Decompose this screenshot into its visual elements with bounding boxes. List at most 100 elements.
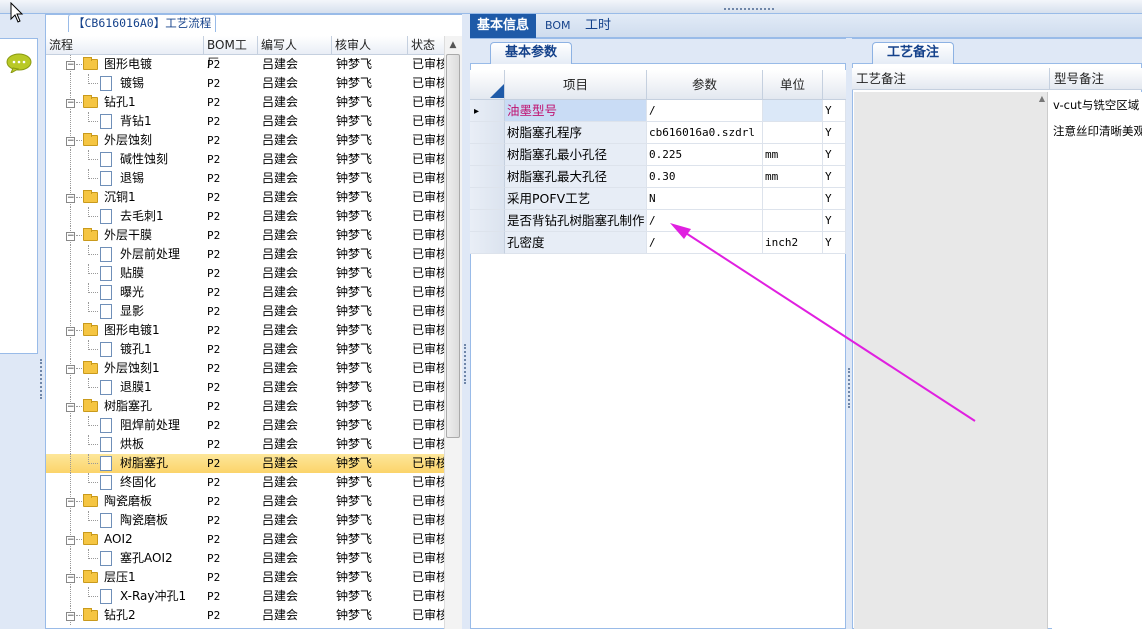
tree-col-flow[interactable]: 流程 [46,36,204,55]
tree-row[interactable]: − AOI2 P2 吕建会 钟梦飞 已审核 [46,530,444,549]
expander-icon[interactable]: − [66,194,75,203]
tab-bom[interactable]: BOM [538,14,578,38]
process-remark-textarea[interactable]: ▲ [854,92,1048,629]
remarks-col-process: 工艺备注 [852,68,1050,90]
tree-col-author[interactable]: 编写人 [258,36,332,55]
tree-row[interactable]: − 钻孔2 P2 吕建会 钟梦飞 已审核 [46,606,444,625]
tree-row[interactable]: 贴膜 P2 吕建会 钟梦飞 已审核 [46,264,444,283]
subtab-process-remarks[interactable]: 工艺备注 [872,42,955,64]
tree-row[interactable]: − 钻孔1 P2 吕建会 钟梦飞 已审核 [46,93,444,112]
tree-row[interactable]: − 层压1 P2 吕建会 钟梦飞 已审核 [46,568,444,587]
param-row[interactable]: 是否背钻孔树脂塞孔制作 / Y [470,210,846,232]
tree-cell-name: 退膜1 [120,380,152,394]
param-row[interactable]: 孔密度 / inch2 Y [470,232,846,254]
tree-row[interactable]: − 树脂塞孔 P2 吕建会 钟梦飞 已审核 [46,397,444,416]
param-cell-value[interactable]: / [647,232,763,254]
tree-row[interactable]: − 外层蚀刻1 P2 吕建会 钟梦飞 已审核 [46,359,444,378]
tree-col-status[interactable]: 状态 [408,36,444,55]
expander-icon[interactable]: − [66,365,75,374]
row-header[interactable] [470,232,505,254]
scroll-up-icon[interactable]: ▲ [446,38,460,52]
param-cell-value[interactable]: cb616016a0.szdrl [647,122,763,144]
grid-col-flag[interactable] [823,70,846,100]
tree-row[interactable]: 退膜1 P2 吕建会 钟梦飞 已审核 [46,378,444,397]
tree-cell-author: 吕建会 [262,114,299,128]
tree-scroll-thumb[interactable] [446,54,460,438]
tab-work-hours[interactable]: 工时 [578,14,618,38]
subtab-basic-params[interactable]: 基本参数 [490,42,573,64]
tree-row[interactable]: 阻焊前处理 P2 吕建会 钟梦飞 已审核 [46,416,444,435]
param-cell-value[interactable]: 0.30 [647,166,763,188]
expander-icon[interactable]: − [66,612,75,621]
tree-row[interactable]: − 陶瓷磨板 P2 吕建会 钟梦飞 已审核 [46,492,444,511]
param-row[interactable]: 树脂塞孔最大孔径 0.30 mm Y [470,166,846,188]
tree-row[interactable]: 烘板 P2 吕建会 钟梦飞 已审核 [46,435,444,454]
tree-cell-status: 已审核 [412,266,444,280]
row-header[interactable] [470,210,505,232]
param-cell-value[interactable]: N [647,188,763,210]
expander-icon[interactable]: − [66,232,75,241]
left-strip-grip[interactable] [40,359,43,399]
tree-cell-bom: P2 [207,115,221,128]
tree-row[interactable]: 显影 P2 吕建会 钟梦飞 已审核 [46,302,444,321]
tree-row[interactable]: 陶瓷磨板 P2 吕建会 钟梦飞 已审核 [46,511,444,530]
textarea-scroll-up-icon[interactable]: ▲ [1039,94,1045,103]
tree-col-reviewer[interactable]: 核审人 [332,36,408,55]
tree-row[interactable]: − 沉铜1 P2 吕建会 钟梦飞 已审核 [46,188,444,207]
grid-col-param[interactable]: 参数 [647,70,763,100]
expander-icon[interactable]: − [66,99,75,108]
param-row[interactable]: 树脂塞孔程序 cb616016a0.szdrl Y [470,122,846,144]
expander-icon[interactable]: − [66,574,75,583]
row-header[interactable] [470,188,505,210]
tree-cell-reviewer: 钟梦飞 [336,494,373,508]
grid-col-item[interactable]: 项目 [505,70,647,100]
tree-row[interactable]: 外层前处理 P2 吕建会 钟梦飞 已审核 [46,245,444,264]
left-splitter-grip[interactable] [464,344,467,384]
tree-row[interactable]: 退锡 P2 吕建会 钟梦飞 已审核 [46,169,444,188]
param-cell-value[interactable]: / [647,210,763,232]
tree-row[interactable]: 背钻1 P2 吕建会 钟梦飞 已审核 [46,112,444,131]
expander-icon[interactable]: − [66,61,75,70]
left-splitter[interactable] [462,14,470,629]
param-cell-value[interactable]: / [647,100,763,122]
tree-row[interactable]: 碱性蚀刻 P2 吕建会 钟梦飞 已审核 [46,150,444,169]
tree-cell-bom: P2 [207,267,221,280]
model-remark-text[interactable]: v-cut与铣空区域 注意丝印清晰美观 [1052,92,1142,629]
row-header[interactable] [470,144,505,166]
tab-basic-info[interactable]: 基本信息 [470,14,537,38]
tree-row[interactable]: 终固化 P2 吕建会 钟梦飞 已审核 [46,473,444,492]
tree-row[interactable]: − 外层蚀刻 P2 吕建会 钟梦飞 已审核 [46,131,444,150]
tree-row[interactable]: − 外层干膜 P2 吕建会 钟梦飞 已审核 [46,226,444,245]
tree-row[interactable]: 树脂塞孔 P2 吕建会 钟梦飞 已审核 [46,454,444,473]
tree-row[interactable]: 镀孔1 P2 吕建会 钟梦飞 已审核 [46,340,444,359]
expander-icon[interactable]: − [66,403,75,412]
tree-row[interactable]: 塞孔AOI2 P2 吕建会 钟梦飞 已审核 [46,549,444,568]
row-header[interactable] [470,166,505,188]
param-row[interactable]: 采用POFV工艺 N Y [470,188,846,210]
tree-col-bom[interactable]: BOM工厂 [204,36,258,70]
param-row[interactable]: 树脂塞孔最小孔径 0.225 mm Y [470,144,846,166]
expander-icon[interactable]: − [66,327,75,336]
tree-row[interactable]: 曝光 P2 吕建会 钟梦飞 已审核 [46,283,444,302]
left-mini-panel [0,38,38,354]
right-splitter-grip[interactable] [848,368,851,408]
chat-bubble-icon[interactable] [6,53,32,73]
grid-col-unit[interactable]: 单位 [763,70,823,100]
document-icon [100,304,112,319]
expander-icon[interactable]: − [66,498,75,507]
expander-icon[interactable]: − [66,536,75,545]
tree-row[interactable]: 镀锡 P2 吕建会 钟梦飞 已审核 [46,74,444,93]
tree-row[interactable]: 去毛刺1 P2 吕建会 钟梦飞 已审核 [46,207,444,226]
tree-row[interactable]: X-Ray冲孔1 P2 吕建会 钟梦飞 已审核 [46,587,444,606]
tree-cell-bom: P2 [207,324,221,337]
param-cell-value[interactable]: 0.225 [647,144,763,166]
param-row[interactable]: ▸ 油墨型号 / Y [470,100,846,122]
expander-icon[interactable]: − [66,137,75,146]
tree-row[interactable]: − 图形电镀 P2 吕建会 钟梦飞 已审核 [46,55,444,74]
row-header[interactable]: ▸ [470,100,505,122]
tree-cell-name: 钻孔2 [104,608,136,622]
tree-cell-name: 图形电镀1 [104,323,160,337]
tree-row[interactable]: − 图形电镀1 P2 吕建会 钟梦飞 已审核 [46,321,444,340]
row-header[interactable] [470,122,505,144]
tree-cell-reviewer: 钟梦飞 [336,551,373,565]
